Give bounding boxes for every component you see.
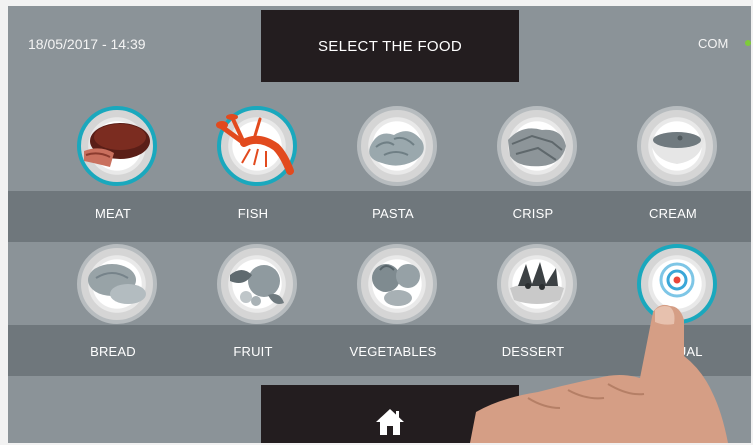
food-item-fish[interactable]: FISH <box>183 106 323 236</box>
page-title: SELECT THE FOOD <box>261 10 519 82</box>
food-item-fruit[interactable]: FRUIT <box>183 244 323 374</box>
fruit-icon <box>230 265 284 306</box>
food-label: FISH <box>237 206 269 221</box>
food-label: VEGETABLES <box>349 344 437 359</box>
food-item-dessert[interactable]: DESSERT <box>463 244 603 374</box>
fruit-plate <box>217 244 297 324</box>
pasta-icon <box>369 131 424 166</box>
food-label: FRUIT <box>233 344 273 359</box>
food-item-crisp[interactable]: CRISP <box>463 106 603 236</box>
food-item-vegetables[interactable]: VEGETABLES <box>323 244 463 374</box>
food-item-manual[interactable]: NUAL <box>603 244 743 374</box>
page-title-text: SELECT THE FOOD <box>318 37 462 55</box>
food-label: CREAM <box>649 206 697 221</box>
dessert-plate <box>497 244 577 324</box>
food-label: BREAD <box>90 344 136 359</box>
com-status: COM <box>698 36 729 51</box>
home-icon <box>376 409 404 435</box>
status-led-icon <box>745 40 751 46</box>
meat-icon <box>84 123 150 167</box>
manual-touch-icon <box>659 262 695 298</box>
meat-plate <box>77 106 157 186</box>
food-item-cream[interactable]: CREAM <box>603 106 743 236</box>
manual-plate <box>637 244 717 324</box>
food-label: DESSERT <box>501 344 565 359</box>
food-label: MEAT <box>95 206 131 221</box>
crisp-plate <box>497 106 577 186</box>
food-item-meat[interactable]: MEAT <box>43 106 183 236</box>
food-label: CRISP <box>512 206 554 221</box>
home-button[interactable] <box>261 385 519 443</box>
food-item-bread[interactable]: BREAD <box>43 244 183 374</box>
vegetables-icon <box>372 264 420 306</box>
pasta-plate <box>357 106 437 186</box>
lobster-icon <box>216 114 294 175</box>
food-item-pasta[interactable]: PASTA <box>323 106 463 236</box>
food-label: NUAL <box>667 344 703 359</box>
bread-plate <box>77 244 157 324</box>
cream-plate <box>637 106 717 186</box>
crisp-icon <box>508 128 566 167</box>
oven-screen: 18/05/2017 - 14:39 SELECT THE FOOD COM M… <box>8 6 751 443</box>
datetime: 18/05/2017 - 14:39 <box>28 36 146 52</box>
dessert-icon <box>510 262 564 304</box>
cream-icon <box>650 132 704 164</box>
vegetables-plate <box>357 244 437 324</box>
food-label: PASTA <box>372 206 414 221</box>
fish-plate <box>216 106 297 186</box>
bread-icon <box>88 264 146 304</box>
